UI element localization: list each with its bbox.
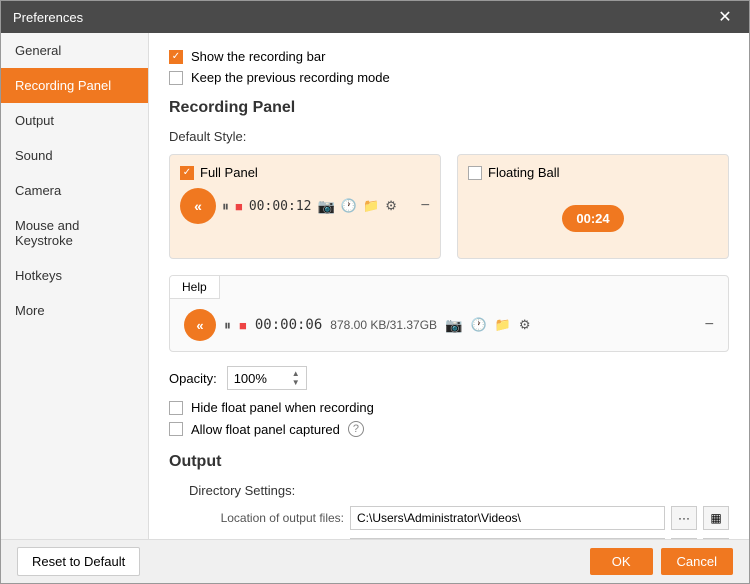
storage-display: 878.00 KB/31.37GB [330,318,437,332]
sidebar-item-output[interactable]: Output [1,103,148,138]
sidebar-item-sound[interactable]: Sound [1,138,148,173]
minus-button-help[interactable]: − [705,316,714,334]
show-bar-label: Show the recording bar [191,49,325,64]
floating-ball-label: Floating Ball [488,165,560,180]
output-section-title: Output [169,453,729,471]
sidebar-item-hotkeys[interactable]: Hotkeys [1,258,148,293]
titlebar: Preferences ✕ [1,1,749,33]
help-panel: Help « ⏸ ■ 00:00:06 878.00 KB/31.37GB 📷 … [169,275,729,352]
rewind-button-full[interactable]: « [180,188,216,224]
hide-float-row: Hide float panel when recording [169,400,729,415]
opacity-value[interactable]: 100% [234,371,292,386]
stop-icon-help[interactable]: ■ [239,318,247,333]
clock-icon-help[interactable]: 🕐 [470,317,486,333]
right-buttons: OK Cancel [590,548,733,575]
keep-mode-row: Keep the previous recording mode [169,70,729,85]
bottom-bar: Reset to Default OK Cancel [1,539,749,583]
sidebar-item-mouse-keystroke[interactable]: Mouse and Keystroke [1,208,148,258]
help-tab[interactable]: Help [170,276,220,299]
help-content: « ⏸ ■ 00:00:06 878.00 KB/31.37GB 📷 🕐 📁 ⚙… [170,299,728,351]
main-content: General Recording Panel Output Sound Cam… [1,33,749,539]
show-bar-row: Show the recording bar [169,49,729,64]
help-icon[interactable]: ? [348,421,364,437]
sidebar-item-general[interactable]: General [1,33,148,68]
floating-ball-content: 00:24 [468,188,718,248]
output-files-dots-btn[interactable]: ··· [671,506,697,530]
opacity-spinner[interactable]: ▲ ▼ [292,369,300,387]
output-files-row: Location of output files: ··· ▦ [169,506,729,530]
rewind-button-help[interactable]: « [184,309,216,341]
folder-icon-full[interactable]: 📁 [363,198,379,214]
keep-mode-label: Keep the previous recording mode [191,70,390,85]
pause-icon-full[interactable]: ⏸ [222,198,229,215]
ok-button[interactable]: OK [590,548,653,575]
style-panels-container: Full Panel « ⏸ ■ 00:00:12 📷 🕐 📁 ⚙ − [169,154,729,259]
clock-icon-full[interactable]: 🕐 [341,198,357,214]
full-panel-header: Full Panel [180,165,430,180]
floating-ball-time: 00:24 [562,205,623,232]
stop-icon-full[interactable]: ■ [235,199,243,214]
floating-ball-checkbox[interactable] [468,166,482,180]
output-files-path[interactable] [350,506,665,530]
preferences-window: Preferences ✕ General Recording Panel Ou… [0,0,750,584]
output-section: Output Directory Settings: Location of o… [169,453,729,539]
sidebar-item-recording-panel[interactable]: Recording Panel [1,68,148,103]
full-panel-content: « ⏸ ■ 00:00:12 📷 🕐 📁 ⚙ − [180,188,430,224]
full-panel-label: Full Panel [200,165,258,180]
opacity-row: Opacity: 100% ▲ ▼ [169,366,729,390]
pause-icon-help[interactable]: ⏸ [224,317,231,334]
time-display-full: 00:00:12 [249,199,312,214]
cancel-button[interactable]: Cancel [661,548,733,575]
floating-ball-card: Floating Ball 00:24 [457,154,729,259]
full-panel-card: Full Panel « ⏸ ■ 00:00:12 📷 🕐 📁 ⚙ − [169,154,441,259]
window-title: Preferences [13,10,83,25]
opacity-label: Opacity: [169,371,217,386]
show-bar-checkbox[interactable] [169,50,183,64]
default-style-label: Default Style: [169,129,729,144]
main-panel: Show the recording bar Keep the previous… [149,33,749,539]
sidebar: General Recording Panel Output Sound Cam… [1,33,149,539]
camera-icon-full[interactable]: 📷 [317,198,334,215]
gear-icon-help[interactable]: ⚙ [519,317,531,333]
camera-icon-help[interactable]: 📷 [445,317,462,334]
allow-float-label: Allow float panel captured [191,422,340,437]
keep-mode-checkbox[interactable] [169,71,183,85]
sidebar-item-more[interactable]: More [1,293,148,328]
hide-float-label: Hide float panel when recording [191,400,374,415]
minus-button-full[interactable]: − [421,197,430,215]
allow-float-row: Allow float panel captured ? [169,421,729,437]
time-display-help: 00:00:06 [255,317,322,333]
sidebar-item-camera[interactable]: Camera [1,173,148,208]
floating-ball-header: Floating Ball [468,165,718,180]
hide-float-checkbox[interactable] [169,401,183,415]
close-button[interactable]: ✕ [713,5,737,29]
output-files-folder-btn[interactable]: ▦ [703,506,729,530]
opacity-input-wrapper: 100% ▲ ▼ [227,366,307,390]
output-files-label: Location of output files: [169,511,344,525]
folder-icon-help[interactable]: 📁 [495,317,511,333]
recording-panel-title: Recording Panel [169,99,729,117]
reset-to-default-button[interactable]: Reset to Default [17,547,140,576]
full-panel-checkbox[interactable] [180,166,194,180]
dir-settings-label: Directory Settings: [189,483,729,498]
gear-icon-full[interactable]: ⚙ [385,198,397,214]
allow-float-checkbox[interactable] [169,422,183,436]
